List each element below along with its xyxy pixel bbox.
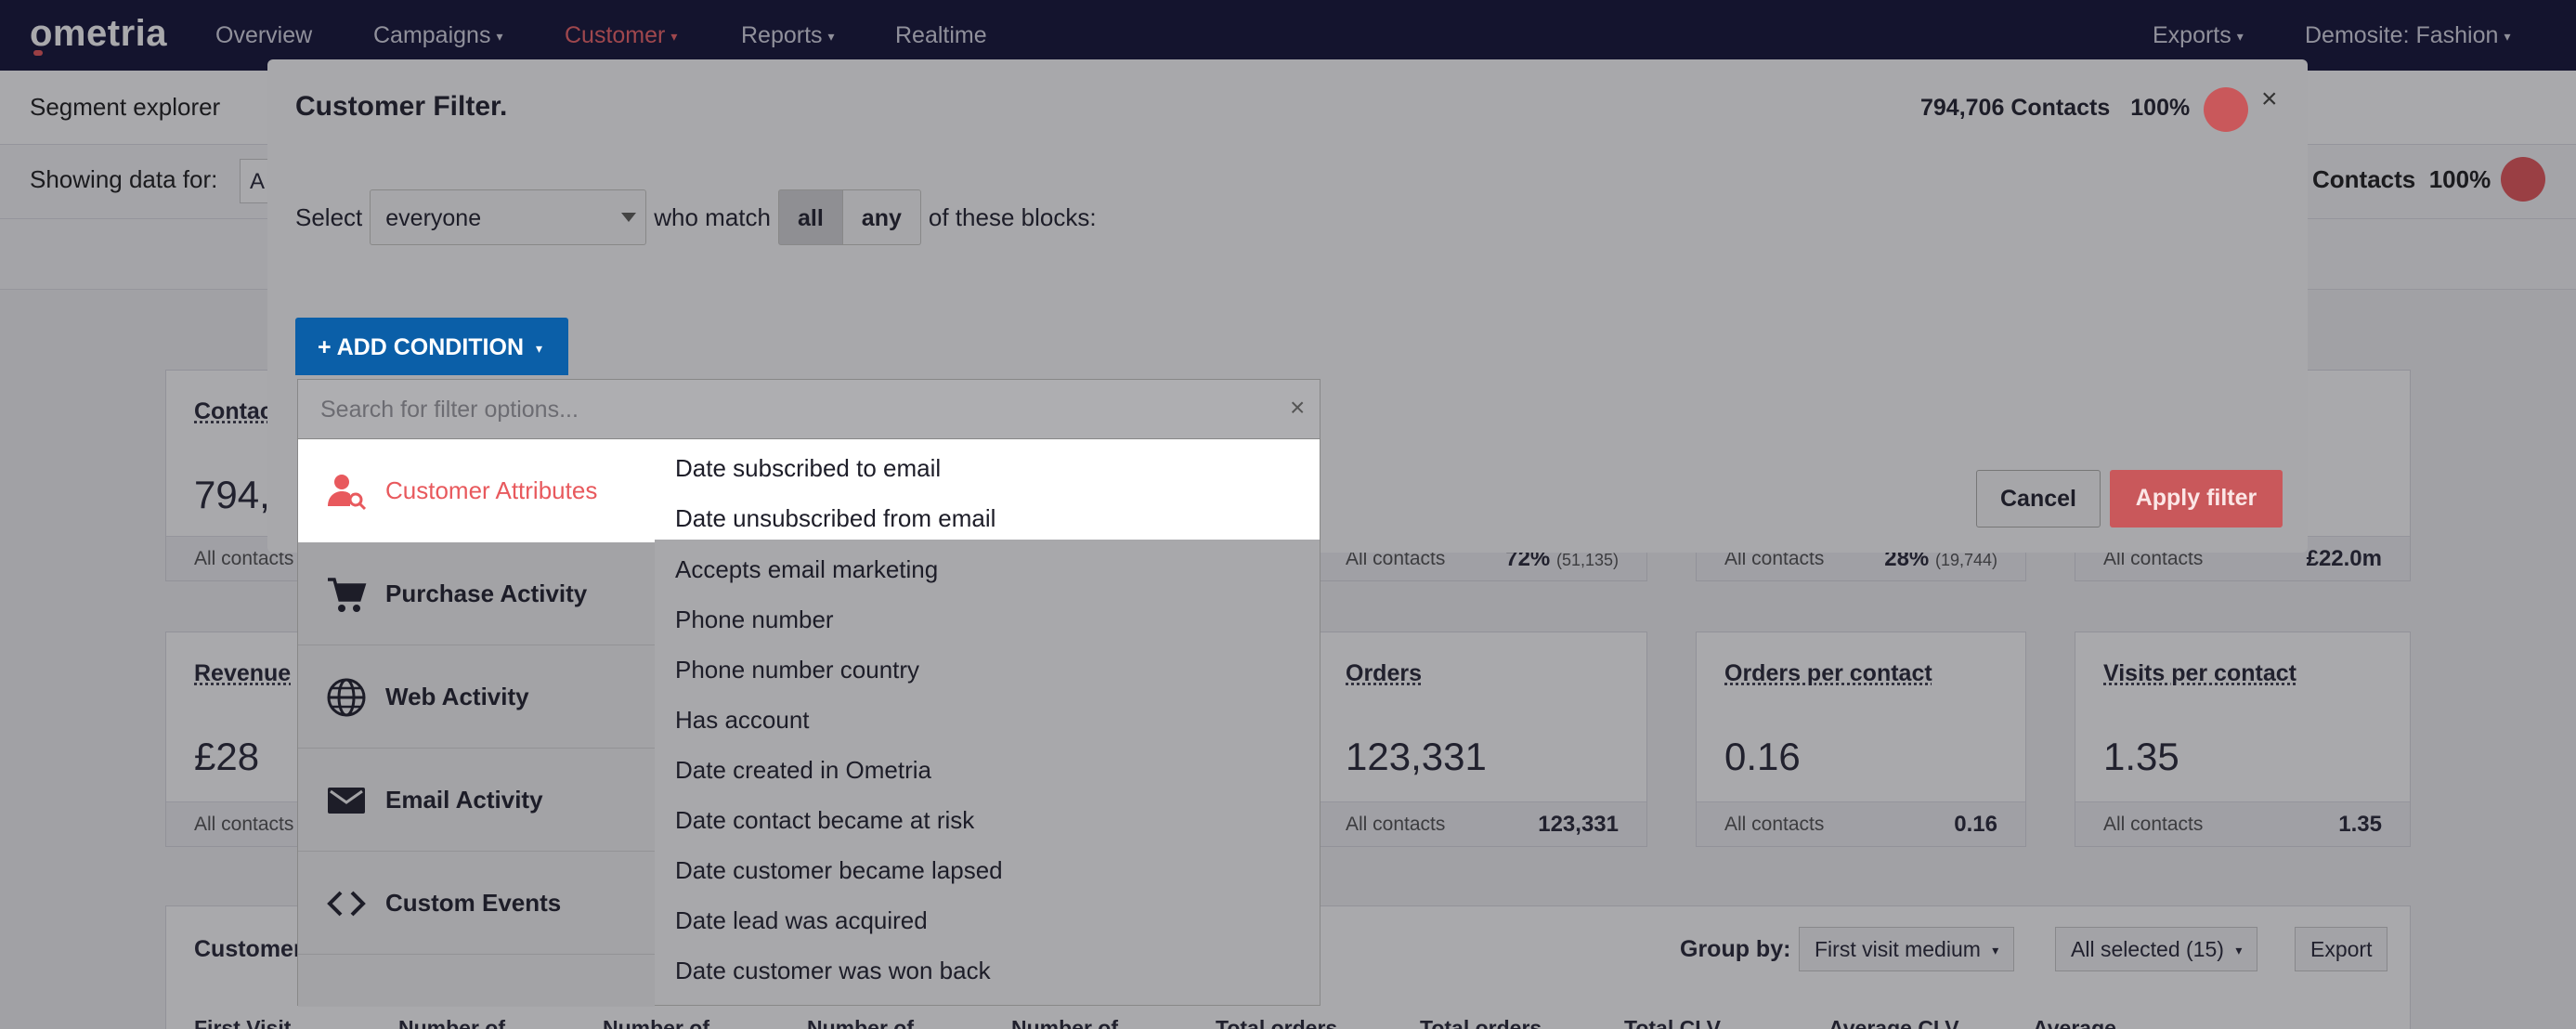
condition-dropdown: Search for filter options... × Customer … [297,379,1321,1007]
category-label: Custom Events [385,889,562,917]
select-label: Select [295,202,363,231]
filter-search[interactable]: Search for filter options... × [298,380,1320,439]
user-search-icon [328,475,367,511]
category-label: Email Activity [385,786,543,814]
category-custom-events[interactable]: Custom Events [298,852,655,955]
category-email-activity[interactable]: Email Activity [298,749,655,852]
modal-title: Customer Filter. [295,91,508,122]
category-label: Web Activity [385,683,529,710]
cancel-button[interactable]: Cancel [1976,470,2101,528]
filter-sentence: Select everyone who match all any of the… [295,189,1104,245]
filter-option[interactable]: Accepts email marketing [675,555,938,584]
cart-icon [328,578,367,612]
add-condition-button[interactable]: + ADD CONDITION ▾ [295,318,568,375]
apply-filter-button[interactable]: Apply filter [2110,470,2283,528]
clear-search-icon[interactable]: × [1290,393,1305,423]
code-icon [327,891,366,917]
close-icon[interactable]: × [2261,84,2278,115]
category-label: Purchase Activity [385,580,588,607]
category-customer-attributes[interactable]: Customer Attributes [298,439,655,542]
blocks-label: of these blocks: [928,202,1097,231]
category-label: Customer Attributes [385,476,598,504]
filter-option[interactable]: Date contact became at risk [675,806,974,835]
filter-search-input[interactable]: Search for filter options... [320,397,579,423]
filter-option[interactable]: Date created in Ometria [675,756,931,785]
modal-contacts-summary: 794,706 Contacts 100% [1920,95,2191,121]
match-all-button[interactable]: all [778,189,843,245]
chevron-down-icon: ▾ [535,340,542,356]
filter-option[interactable]: Phone number country [675,656,919,684]
filter-option[interactable]: Phone number [675,606,834,634]
match-any-button[interactable]: any [842,189,921,245]
filter-option[interactable]: Date customer was won back [675,957,991,985]
category-list: Customer Attributes Purchase Activity We… [298,439,655,1007]
filter-option-list: Date subscribed to email Date unsubscrib… [655,439,1320,1007]
match-toggle: all any [778,189,921,245]
match-label: who match [654,202,771,231]
category-purchase-activity[interactable]: Purchase Activity [298,542,655,645]
dropdown-triangle-icon [621,213,637,222]
filter-option[interactable]: Has account [675,706,810,735]
audience-select[interactable]: everyone [370,189,647,245]
filter-option[interactable]: Date unsubscribed from email [675,504,995,533]
filter-option[interactable]: Date lead was acquired [675,906,928,935]
globe-icon [327,678,366,717]
status-dot [2204,87,2248,132]
filter-option[interactable]: Date subscribed to email [675,454,941,483]
category-web-activity[interactable]: Web Activity [298,645,655,749]
filter-option[interactable]: Date customer became lapsed [675,856,1003,885]
envelope-icon [328,788,365,814]
